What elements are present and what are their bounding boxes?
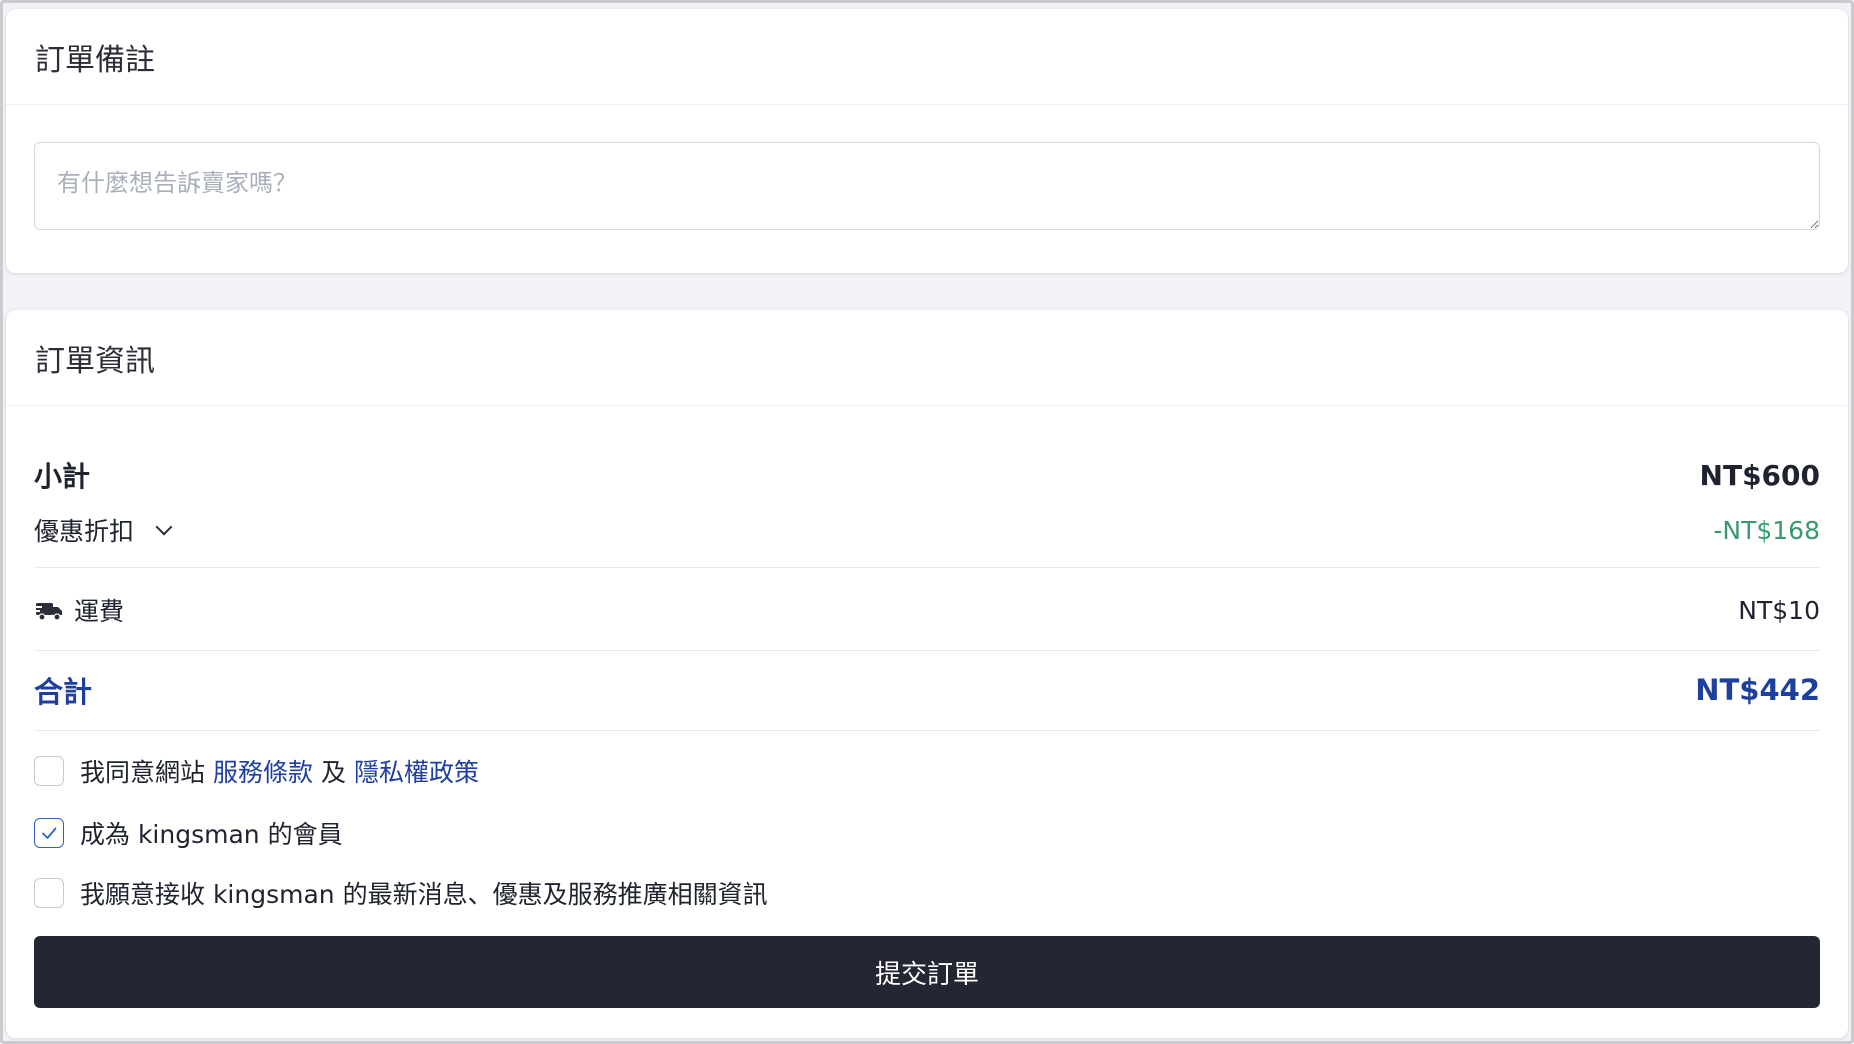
newsletter-label: 我願意接收 kingsman 的最新消息、優惠及服務推廣相關資訊 bbox=[80, 880, 768, 909]
subtotal-row: 小計 NT$600 bbox=[34, 455, 1820, 495]
newsletter-checkbox[interactable] bbox=[34, 878, 64, 908]
discount-label: 優惠折扣 bbox=[34, 517, 135, 546]
discount-amount: -NT$168 bbox=[1713, 515, 1820, 545]
submit-order-button[interactable]: 提交訂單 bbox=[34, 936, 1820, 1008]
order-notes-title: 訂單備註 bbox=[6, 9, 1848, 105]
total-row: 合計 NT$442 bbox=[34, 670, 1820, 710]
terms-joiner: 及 bbox=[321, 758, 347, 787]
order-notes-card: 訂單備註 bbox=[6, 9, 1848, 273]
membership-row: 成為 kingsman 的會員 bbox=[34, 815, 343, 851]
privacy-policy-link[interactable]: 隱私權政策 bbox=[354, 753, 479, 789]
subtotal-amount: NT$600 bbox=[1699, 458, 1820, 492]
terms-prefix: 我同意網站 bbox=[80, 758, 206, 787]
subtotal-label: 小計 bbox=[34, 460, 91, 493]
shipping-label: 運費 bbox=[74, 597, 125, 626]
shipping-amount: NT$10 bbox=[1738, 595, 1820, 625]
shipping-row: 運費 NT$10 bbox=[34, 592, 1820, 628]
order-info-card: 訂單資訊 小計 NT$600 優惠折扣 -NT$168 運費 NT$10 合計 … bbox=[6, 310, 1848, 1038]
order-notes-input[interactable] bbox=[34, 142, 1820, 230]
truck-icon bbox=[34, 599, 64, 621]
newsletter-row: 我願意接收 kingsman 的最新消息、優惠及服務推廣相關資訊 bbox=[34, 875, 768, 911]
terms-agreement-row: 我同意網站 服務條款 及 隱私權政策 bbox=[34, 753, 479, 789]
discount-row: 優惠折扣 -NT$168 bbox=[34, 513, 1820, 547]
divider bbox=[34, 567, 1820, 568]
chevron-down-icon bbox=[155, 518, 173, 536]
divider bbox=[34, 650, 1820, 651]
total-label: 合計 bbox=[34, 675, 93, 709]
divider bbox=[34, 730, 1820, 731]
terms-checkbox[interactable] bbox=[34, 756, 64, 786]
terms-of-service-link[interactable]: 服務條款 bbox=[213, 753, 313, 789]
order-info-title: 訂單資訊 bbox=[6, 310, 1848, 406]
discount-toggle[interactable]: 優惠折扣 bbox=[34, 512, 173, 548]
membership-label: 成為 kingsman 的會員 bbox=[80, 820, 343, 849]
membership-checkbox[interactable] bbox=[34, 818, 64, 848]
total-amount: NT$442 bbox=[1695, 673, 1820, 707]
check-icon bbox=[42, 827, 57, 839]
